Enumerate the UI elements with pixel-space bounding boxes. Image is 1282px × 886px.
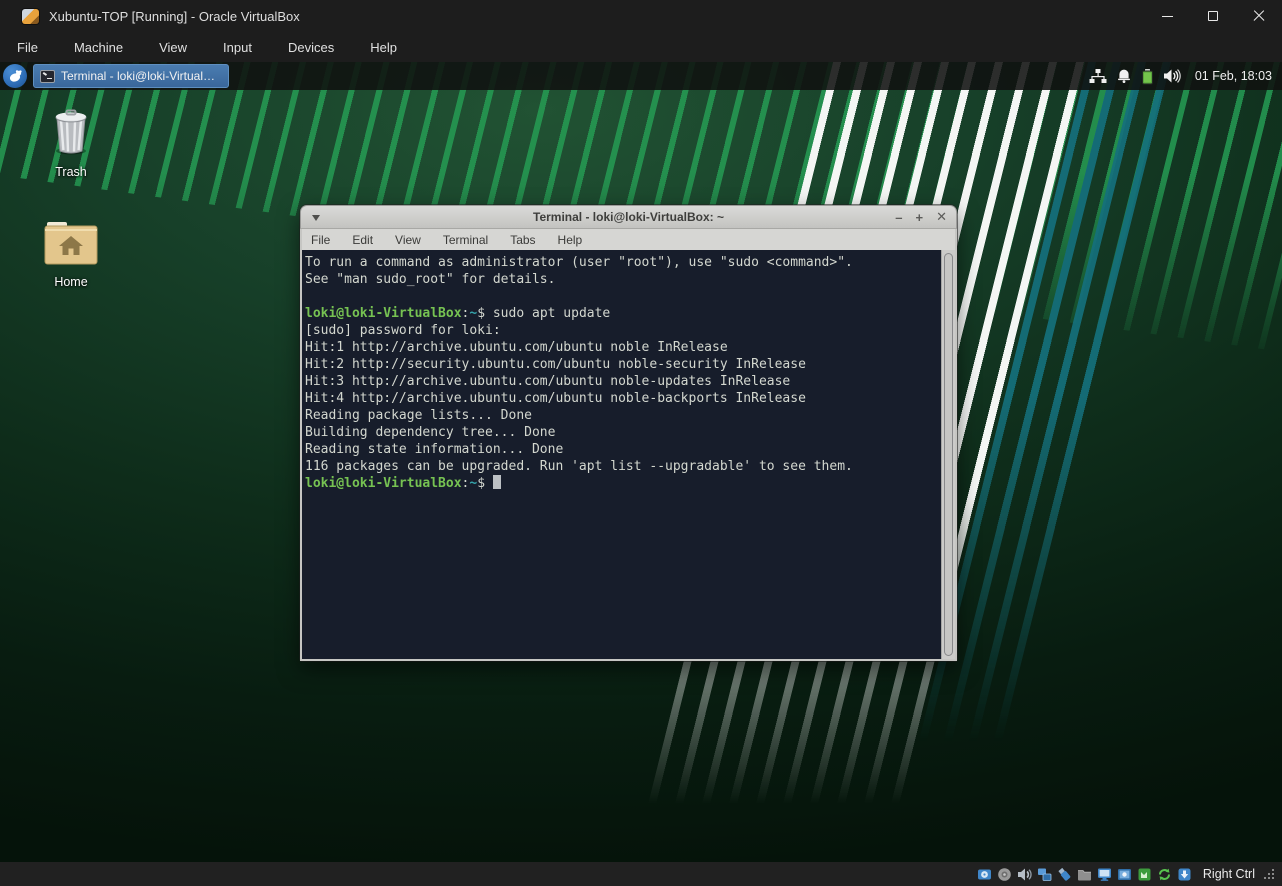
vbox-titlebar: Xubuntu-TOP [Running] - Oracle VirtualBo… bbox=[0, 0, 1282, 32]
terminal-output: To run a command as administrator (user … bbox=[305, 254, 939, 659]
xfce-panel: Terminal - loki@loki-VirtualB… 01 Feb, 1… bbox=[0, 62, 1282, 90]
terminal-minimize-button[interactable]: – bbox=[895, 210, 902, 225]
terminal-titlebar[interactable]: Terminal - loki@loki-VirtualBox: ~ – + ✕ bbox=[300, 205, 957, 229]
terminal-line: Reading package lists... Done bbox=[305, 408, 532, 423]
terminal-menubar: File Edit View Terminal Tabs Help bbox=[300, 229, 957, 250]
vbox-menubar: File Machine View Input Devices Help bbox=[0, 32, 1282, 62]
recording-icon[interactable] bbox=[1117, 866, 1133, 882]
close-icon bbox=[1253, 10, 1265, 22]
terminal-menu-terminal[interactable]: Terminal bbox=[432, 233, 499, 247]
desktop-icon-trash[interactable]: Trash bbox=[25, 106, 117, 179]
taskbar-terminal-label: Terminal - loki@loki-VirtualB… bbox=[61, 69, 219, 83]
terminal-window: Terminal - loki@loki-VirtualBox: ~ – + ✕… bbox=[300, 205, 957, 661]
vbox-menu-machine[interactable]: Machine bbox=[56, 32, 141, 62]
maximize-icon bbox=[1208, 11, 1218, 21]
notifications-bell-icon[interactable] bbox=[1116, 68, 1132, 84]
terminal-menu-edit[interactable]: Edit bbox=[341, 233, 384, 247]
maximize-button[interactable] bbox=[1190, 0, 1236, 32]
minimize-icon bbox=[1161, 15, 1173, 17]
window-menu-chevron-icon[interactable] bbox=[312, 215, 320, 221]
terminal-line: Hit:3 http://archive.ubuntu.com/ubuntu n… bbox=[305, 374, 791, 389]
virtualbox-vm-icon bbox=[22, 8, 39, 24]
terminal-scrollbar[interactable] bbox=[941, 250, 955, 659]
vbox-menu-file[interactable]: File bbox=[0, 32, 56, 62]
terminal-menu-view[interactable]: View bbox=[384, 233, 432, 247]
terminal-menu-file[interactable]: File bbox=[302, 233, 341, 247]
terminal-line: loki@loki-VirtualBox:~$ sudo apt update bbox=[305, 306, 611, 321]
features-icon[interactable] bbox=[1157, 866, 1173, 882]
desktop-icon-label: Trash bbox=[55, 165, 87, 179]
terminal-cursor bbox=[492, 475, 501, 489]
vm-screen: Terminal - loki@loki-VirtualB… 01 Feb, 1… bbox=[0, 62, 1282, 862]
guest-additions-icon[interactable] bbox=[1137, 866, 1153, 882]
battery-icon[interactable] bbox=[1141, 68, 1154, 85]
terminal-line: See "man sudo_root" for details. bbox=[305, 272, 556, 287]
terminal-line: Hit:2 http://security.ubuntu.com/ubuntu … bbox=[305, 357, 806, 372]
network-icon[interactable] bbox=[1089, 68, 1107, 84]
shared-folders-icon[interactable] bbox=[1077, 866, 1093, 882]
usb-icon[interactable] bbox=[1057, 866, 1073, 882]
terminal-line: Building dependency tree... Done bbox=[305, 425, 556, 440]
taskbar-terminal-button[interactable]: Terminal - loki@loki-VirtualB… bbox=[33, 64, 229, 88]
desktop-icon-label: Home bbox=[54, 275, 88, 289]
terminal-window-controls: – + ✕ bbox=[895, 206, 947, 228]
vbox-statusbar: Right Ctrl bbox=[0, 862, 1282, 886]
whisker-menu-button[interactable] bbox=[3, 64, 27, 88]
terminal-title: Terminal - loki@loki-VirtualBox: ~ bbox=[533, 210, 724, 224]
terminal-close-button[interactable]: ✕ bbox=[936, 209, 947, 225]
terminal-line: Hit:1 http://archive.ubuntu.com/ubuntu n… bbox=[305, 340, 728, 355]
volume-icon[interactable] bbox=[1163, 68, 1182, 84]
network-adapters-icon[interactable] bbox=[1037, 866, 1053, 882]
display-icon[interactable] bbox=[1097, 866, 1113, 882]
resize-grip[interactable] bbox=[1264, 868, 1274, 879]
whisker-menu-icon bbox=[9, 70, 22, 82]
system-tray: 01 Feb, 18:03 bbox=[1089, 68, 1282, 85]
host-key-label: Right Ctrl bbox=[1202, 867, 1255, 881]
panel-clock[interactable]: 01 Feb, 18:03 bbox=[1195, 69, 1272, 83]
virtualbox-window: Xubuntu-TOP [Running] - Oracle VirtualBo… bbox=[0, 0, 1282, 886]
audio-icon[interactable] bbox=[1017, 866, 1033, 882]
terminal-scrollbar-thumb[interactable] bbox=[944, 253, 953, 656]
vbox-menu-help[interactable]: Help bbox=[352, 32, 415, 62]
terminal-line: Hit:4 http://archive.ubuntu.com/ubuntu n… bbox=[305, 391, 806, 406]
vbox-menu-input[interactable]: Input bbox=[205, 32, 270, 62]
terminal-body[interactable]: To run a command as administrator (user … bbox=[300, 250, 957, 661]
trash-icon bbox=[55, 109, 87, 155]
vbox-menu-devices[interactable]: Devices bbox=[270, 32, 352, 62]
terminal-menu-help[interactable]: Help bbox=[547, 233, 594, 247]
terminal-line: [sudo] password for loki: bbox=[305, 323, 501, 338]
terminal-line: Reading state information... Done bbox=[305, 442, 564, 457]
optical-drives-icon[interactable] bbox=[997, 866, 1013, 882]
close-button[interactable] bbox=[1236, 0, 1282, 32]
vbox-window-title: Xubuntu-TOP [Running] - Oracle VirtualBo… bbox=[49, 8, 300, 24]
terminal-menu-tabs[interactable]: Tabs bbox=[499, 233, 546, 247]
desktop-icon-home[interactable]: Home bbox=[25, 218, 117, 289]
home-folder-icon bbox=[44, 222, 98, 265]
terminal-line: 116 packages can be upgraded. Run 'apt l… bbox=[305, 459, 853, 474]
minimize-button[interactable] bbox=[1144, 0, 1190, 32]
terminal-line: loki@loki-VirtualBox:~$ bbox=[305, 475, 939, 492]
terminal-icon bbox=[40, 69, 55, 83]
vbox-menu-view[interactable]: View bbox=[141, 32, 205, 62]
terminal-maximize-button[interactable]: + bbox=[916, 210, 924, 225]
vbox-window-controls bbox=[1144, 0, 1282, 32]
mouse-integration-icon[interactable] bbox=[1177, 866, 1193, 882]
hard-disks-icon[interactable] bbox=[977, 866, 993, 882]
terminal-line: To run a command as administrator (user … bbox=[305, 255, 853, 270]
